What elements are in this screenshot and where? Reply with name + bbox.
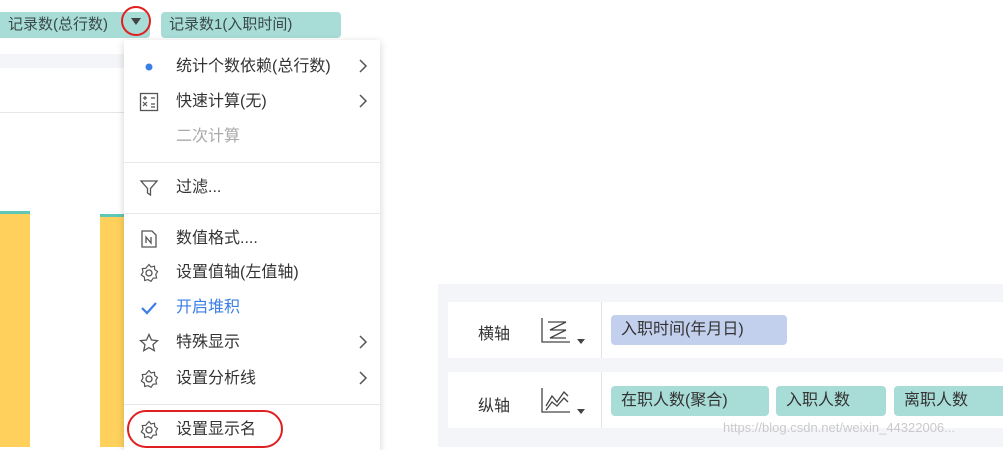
gear-icon <box>138 369 160 389</box>
field-chip-record-count-1[interactable]: 记录数1(入职时间) <box>161 12 341 38</box>
bar-2 <box>100 217 126 447</box>
gear-icon <box>138 263 160 283</box>
field-context-menu: 统计个数依赖(总行数) 快速计算(无) 二次计算 过滤... 数值格式.... … <box>124 40 380 450</box>
menu-divider <box>124 213 380 214</box>
field-chip-record-count-1-label: 记录数1(入职时间) <box>169 16 293 33</box>
url-watermark: https://blog.csdn.net/weixin_44322006... <box>723 420 955 435</box>
chart-type-icon[interactable] <box>540 314 592 348</box>
menu-item-enable-stack[interactable]: 开启堆积 <box>124 291 380 325</box>
y-axis-field-chip-3[interactable]: 离职人数 <box>894 386 1003 416</box>
line-chart-icon[interactable] <box>540 384 592 418</box>
field-chip-record-count-label: 记录数(总行数) <box>8 16 108 33</box>
filter-icon <box>138 178 160 198</box>
menu-item-secondary-calc: 二次计算 <box>176 128 241 145</box>
y-axis-field-chip-1[interactable]: 在职人数(聚合) <box>611 386 769 416</box>
check-icon <box>138 298 160 318</box>
menu-item-count-dependency[interactable]: 统计个数依赖(总行数) <box>124 50 380 84</box>
menu-divider <box>124 404 380 405</box>
menu-item-analysis-line[interactable]: 设置分析线 <box>124 362 380 396</box>
bullet-dot-icon <box>138 57 160 77</box>
star-icon <box>138 333 160 353</box>
chevron-right-icon <box>358 334 368 355</box>
chevron-right-icon <box>358 93 368 114</box>
y-axis-field-chip-2[interactable]: 入职人数 <box>776 386 886 416</box>
menu-divider <box>124 162 380 163</box>
chips-underlay <box>0 54 124 68</box>
number-format-icon <box>138 229 160 249</box>
x-axis-label: 横轴 <box>478 326 511 343</box>
chevron-right-icon <box>358 370 368 391</box>
x-axis-field-chip[interactable]: 入职时间(年月日) <box>611 315 787 345</box>
highlight-circle <box>127 410 283 448</box>
chart-top-line <box>0 112 124 113</box>
y-axis-label: 纵轴 <box>478 398 511 415</box>
menu-item-special-display[interactable]: 特殊显示 <box>124 326 380 360</box>
menu-item-value-axis[interactable]: 设置值轴(左值轴) <box>124 256 380 290</box>
menu-item-quick-calc[interactable]: 快速计算(无) <box>124 85 380 119</box>
bar-1 <box>0 214 30 447</box>
menu-item-number-format[interactable]: 数值格式.... <box>124 222 380 256</box>
x-axis-divider <box>601 302 602 358</box>
y-axis-divider <box>601 372 602 428</box>
calculator-icon <box>138 92 160 112</box>
caret-down-icon <box>131 18 141 25</box>
chevron-right-icon <box>358 58 368 79</box>
chip-dropdown-button[interactable] <box>121 6 151 36</box>
menu-item-filter[interactable]: 过滤... <box>124 171 380 205</box>
